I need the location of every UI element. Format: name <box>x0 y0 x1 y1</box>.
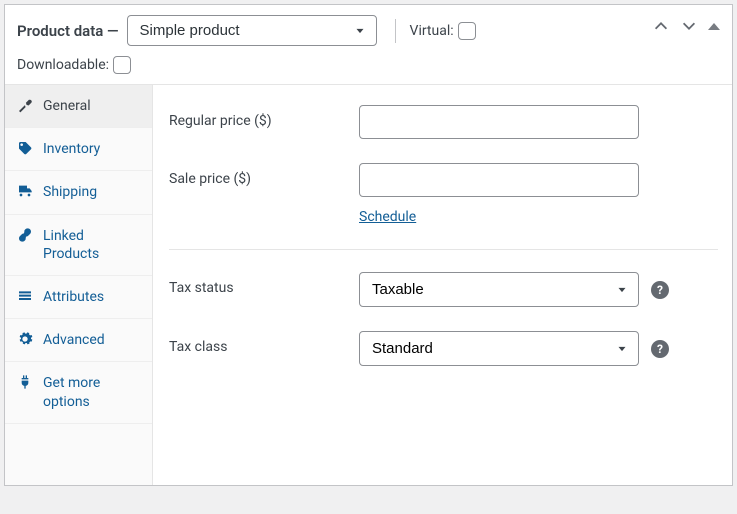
tab-inventory[interactable]: Inventory <box>5 128 152 171</box>
tab-label: Linked Products <box>43 227 140 263</box>
panel-header-controls <box>652 17 720 35</box>
downloadable-checkbox[interactable] <box>113 56 131 74</box>
downloadable-option: Downloadable: <box>17 56 131 74</box>
tab-linked-products[interactable]: Linked Products <box>5 215 152 276</box>
sidebar: General Inventory Shipping Linked Produc… <box>5 85 153 485</box>
separator <box>395 19 396 43</box>
link-icon <box>17 227 33 243</box>
tab-get-more-options[interactable]: Get more options <box>5 362 152 423</box>
move-up-icon[interactable] <box>652 17 670 35</box>
wrench-icon <box>17 97 33 113</box>
virtual-label: Virtual: <box>410 23 454 39</box>
tab-shipping[interactable]: Shipping <box>5 171 152 214</box>
field-tax-status: Tax status Taxable ? <box>169 272 718 307</box>
tab-advanced[interactable]: Advanced <box>5 319 152 362</box>
plug-icon <box>17 374 33 390</box>
help-icon[interactable]: ? <box>651 340 669 358</box>
tax-class-label: Tax class <box>169 331 359 355</box>
tag-icon <box>17 140 33 156</box>
divider <box>169 249 718 250</box>
tab-label: Attributes <box>43 288 104 306</box>
virtual-checkbox[interactable] <box>458 22 476 40</box>
panel-header: Product data — Simple product Virtual: <box>5 5 732 85</box>
field-sale-price: Sale price ($) Schedule <box>169 163 718 225</box>
move-down-icon[interactable] <box>680 17 698 35</box>
regular-price-label: Regular price ($) <box>169 105 359 129</box>
tab-label: Shipping <box>43 183 97 201</box>
field-tax-class: Tax class Standard ? <box>169 331 718 366</box>
truck-icon <box>17 183 33 199</box>
tab-label: Advanced <box>43 331 105 349</box>
product-type-select[interactable]: Simple product <box>127 15 377 46</box>
schedule-link[interactable]: Schedule <box>359 209 416 225</box>
sale-price-label: Sale price ($) <box>169 163 359 187</box>
help-icon[interactable]: ? <box>651 281 669 299</box>
product-data-panel: Product data — Simple product Virtual: <box>4 4 733 486</box>
regular-price-input[interactable] <box>359 105 639 139</box>
sale-price-input[interactable] <box>359 163 639 197</box>
list-icon <box>17 288 33 304</box>
tab-label: Inventory <box>43 140 100 158</box>
panel-title: Product data — <box>17 22 119 40</box>
downloadable-label: Downloadable: <box>17 57 109 73</box>
header-row-2: Downloadable: <box>17 56 720 74</box>
tax-status-select[interactable]: Taxable <box>359 272 639 307</box>
tax-class-select[interactable]: Standard <box>359 331 639 366</box>
virtual-option: Virtual: <box>410 22 476 40</box>
panel-body: General Inventory Shipping Linked Produc… <box>5 85 732 485</box>
field-regular-price: Regular price ($) <box>169 105 718 139</box>
product-type-select-wrap: Simple product <box>127 15 377 46</box>
toggle-panel-icon[interactable] <box>708 23 720 30</box>
tab-content-general: Regular price ($) Sale price ($) Schedul… <box>153 85 732 485</box>
gear-icon <box>17 331 33 347</box>
tab-general[interactable]: General <box>5 85 152 128</box>
tax-status-label: Tax status <box>169 272 359 296</box>
tab-attributes[interactable]: Attributes <box>5 276 152 319</box>
tab-label: General <box>43 97 91 115</box>
tab-label: Get more options <box>43 374 140 410</box>
